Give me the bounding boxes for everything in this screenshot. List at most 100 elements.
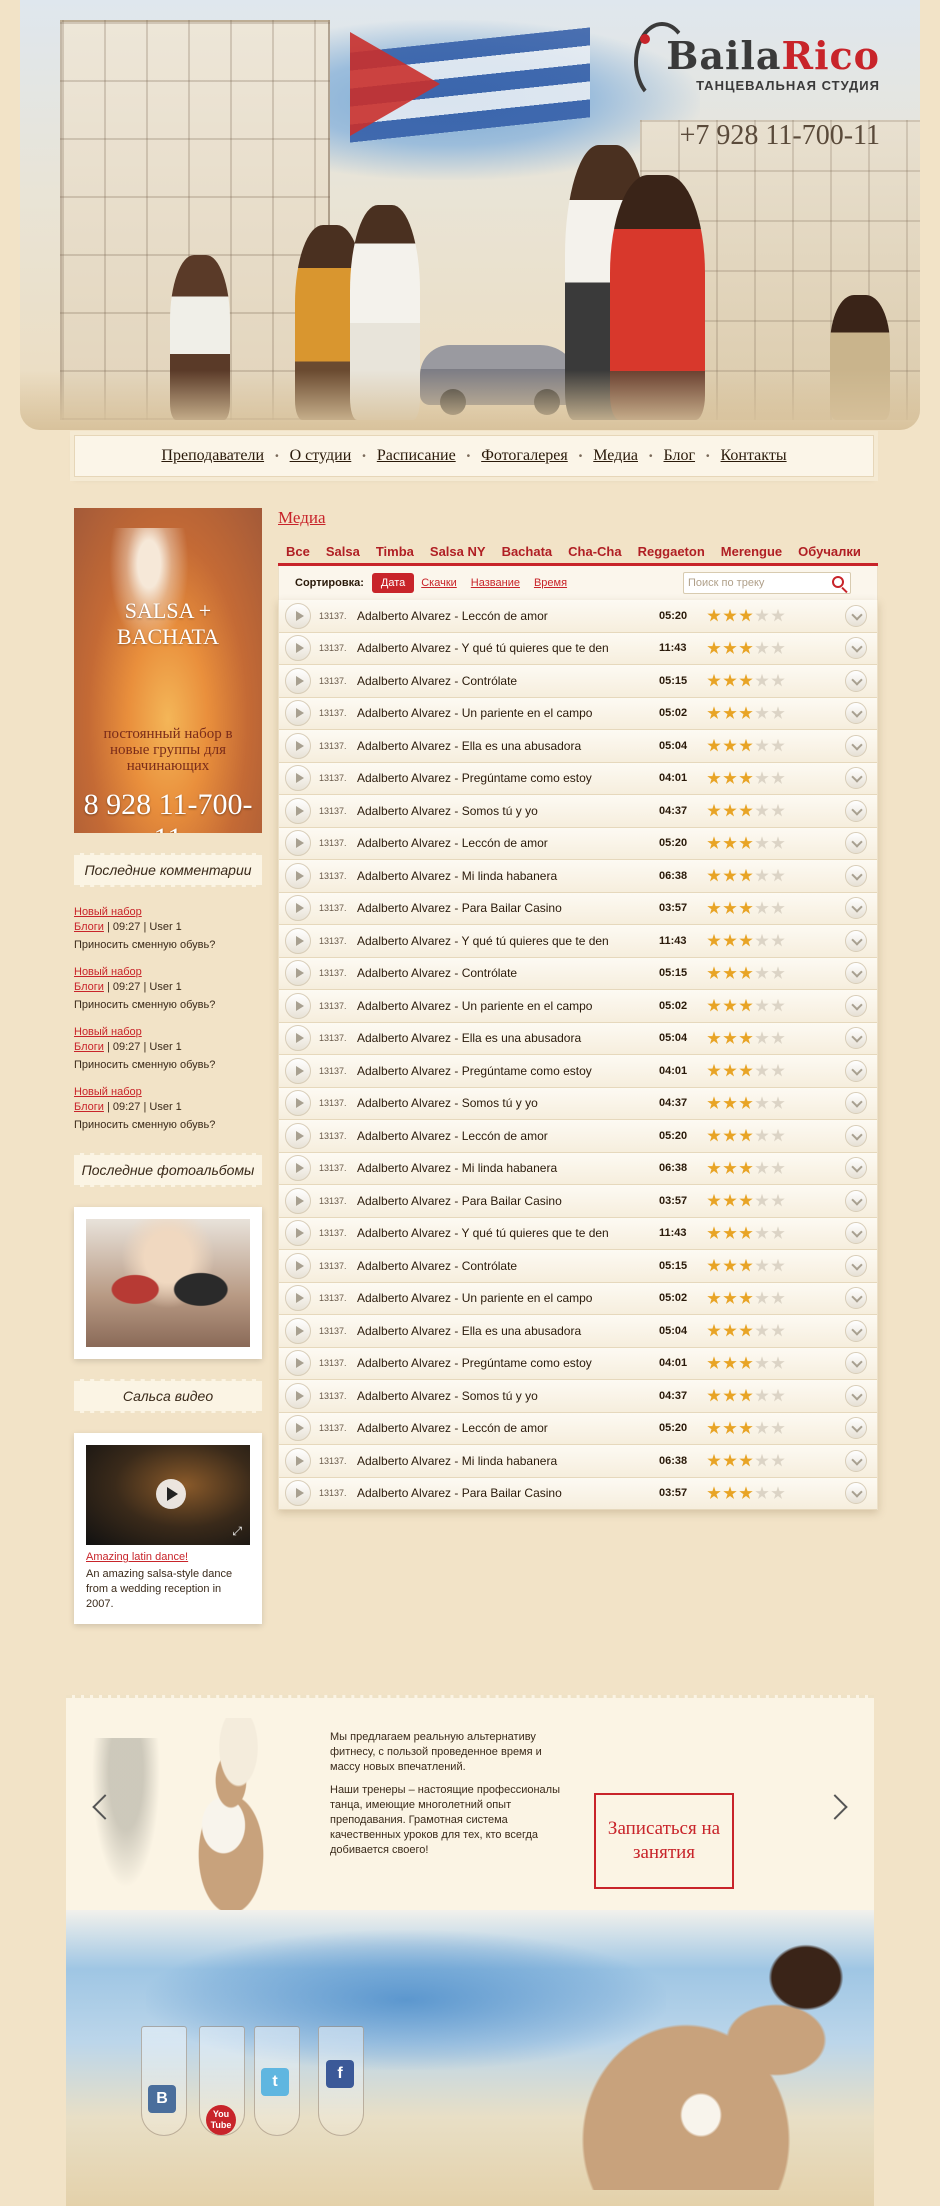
comment-title-link[interactable]: Новый набор (74, 1025, 262, 1040)
star-icon[interactable] (771, 1031, 785, 1044)
track-title[interactable]: Adalberto Alvarez - Ella es una abusador… (357, 739, 649, 753)
star-icon[interactable] (771, 1388, 785, 1402)
track-title[interactable]: Adalberto Alvarez - Ella es una abusador… (357, 1031, 649, 1045)
download-icon[interactable] (845, 1287, 867, 1310)
track-title[interactable]: Adalberto Alvarez - Mi linda habanera (357, 1161, 649, 1175)
nav-item-about[interactable]: О студии (282, 447, 360, 465)
star-icon[interactable] (707, 901, 721, 914)
track-rating[interactable] (707, 1421, 797, 1435)
star-icon[interactable] (771, 1161, 785, 1174)
star-icon[interactable] (723, 1388, 737, 1402)
star-icon[interactable] (771, 1291, 785, 1304)
promo-banner[interactable]: SALSA + BACHATA постоянный набор в новые… (74, 508, 262, 833)
star-icon[interactable] (755, 1258, 769, 1272)
star-icon[interactable] (723, 1096, 737, 1109)
star-icon[interactable] (739, 933, 753, 947)
track-title[interactable]: Adalberto Alvarez - Pregúntame como esto… (357, 771, 649, 785)
play-icon[interactable] (285, 1122, 311, 1149)
star-icon[interactable] (755, 836, 769, 849)
track-rating[interactable] (707, 1486, 797, 1500)
twitter-icon[interactable]: t (261, 2068, 289, 2096)
star-icon[interactable] (771, 1356, 785, 1369)
track-title[interactable]: Adalberto Alvarez - Para Bailar Casino (357, 1486, 649, 1500)
star-icon[interactable] (755, 1421, 769, 1434)
play-icon[interactable] (285, 1285, 311, 1312)
star-icon[interactable] (755, 1291, 769, 1304)
star-icon[interactable] (723, 1161, 737, 1174)
track-title[interactable]: Adalberto Alvarez - Para Bailar Casino (357, 901, 649, 915)
track-rating[interactable] (707, 1226, 797, 1240)
star-icon[interactable] (755, 1356, 769, 1369)
download-icon[interactable] (845, 1222, 867, 1245)
download-icon[interactable] (845, 1092, 867, 1115)
star-icon[interactable] (707, 673, 721, 687)
star-icon[interactable] (723, 868, 737, 882)
nav-item-media[interactable]: Медиа (585, 447, 646, 465)
genre-tab[interactable]: Merengue (713, 544, 790, 559)
nav-item-blog[interactable]: Блог (656, 447, 704, 465)
video-thumbnail[interactable]: ⤢ (86, 1445, 250, 1545)
track-title[interactable]: Adalberto Alvarez - Pregúntame como esto… (357, 1064, 649, 1078)
download-icon[interactable] (845, 1189, 867, 1212)
star-icon[interactable] (723, 673, 737, 687)
download-icon[interactable] (845, 832, 867, 855)
star-icon[interactable] (755, 1388, 769, 1402)
star-icon[interactable] (707, 1063, 721, 1077)
genre-tab[interactable]: Salsa NY (422, 544, 494, 559)
star-icon[interactable] (771, 868, 785, 882)
star-icon[interactable] (707, 1096, 721, 1109)
star-icon[interactable] (755, 1226, 769, 1239)
star-icon[interactable] (755, 1323, 769, 1337)
star-icon[interactable] (739, 1031, 753, 1044)
genre-tab[interactable]: Timba (368, 544, 422, 559)
download-icon[interactable] (845, 962, 867, 985)
star-icon[interactable] (771, 771, 785, 784)
download-icon[interactable] (845, 669, 867, 692)
star-icon[interactable] (755, 1031, 769, 1044)
star-icon[interactable] (707, 1388, 721, 1402)
star-icon[interactable] (771, 933, 785, 947)
download-icon[interactable] (845, 929, 867, 952)
signup-button[interactable]: Записаться на занятия (594, 1793, 734, 1889)
play-icon[interactable] (285, 1220, 311, 1247)
track-rating[interactable] (707, 966, 797, 980)
download-icon[interactable] (845, 799, 867, 822)
star-icon[interactable] (755, 998, 769, 1012)
track-rating[interactable] (707, 706, 797, 720)
star-icon[interactable] (739, 998, 753, 1012)
download-icon[interactable] (845, 702, 867, 725)
star-icon[interactable] (707, 641, 721, 654)
genre-tab[interactable]: Обучалки (790, 544, 869, 559)
track-title[interactable]: Adalberto Alvarez - Pregúntame como esto… (357, 1356, 649, 1370)
download-icon[interactable] (845, 734, 867, 757)
track-rating[interactable] (707, 771, 797, 785)
star-icon[interactable] (723, 706, 737, 719)
star-icon[interactable] (707, 1421, 721, 1434)
nav-item-teachers[interactable]: Преподаватели (153, 447, 272, 465)
sort-by-downloads-button[interactable]: Скачки (414, 577, 464, 589)
track-rating[interactable] (707, 1161, 797, 1175)
star-icon[interactable] (707, 1193, 721, 1207)
play-icon[interactable] (285, 960, 311, 987)
download-icon[interactable] (845, 1482, 867, 1505)
facebook-icon[interactable]: f (326, 2060, 354, 2088)
play-icon[interactable] (285, 700, 311, 727)
star-icon[interactable] (723, 998, 737, 1012)
star-icon[interactable] (771, 706, 785, 719)
play-icon[interactable] (285, 862, 311, 889)
nav-item-gallery[interactable]: Фотогалерея (473, 447, 576, 465)
play-icon[interactable] (285, 602, 311, 629)
star-icon[interactable] (771, 1128, 785, 1142)
star-icon[interactable] (723, 836, 737, 849)
star-icon[interactable] (739, 966, 753, 979)
genre-tab[interactable]: Все (278, 544, 318, 559)
star-icon[interactable] (739, 901, 753, 914)
star-icon[interactable] (707, 868, 721, 882)
track-title[interactable]: Adalberto Alvarez - Y qué tú quieres que… (357, 934, 649, 948)
star-icon[interactable] (739, 1193, 753, 1207)
track-rating[interactable] (707, 1453, 797, 1468)
play-icon[interactable] (285, 1090, 311, 1117)
star-icon[interactable] (755, 771, 769, 784)
track-title[interactable]: Adalberto Alvarez - Mi linda habanera (357, 869, 649, 883)
star-icon[interactable] (723, 1128, 737, 1142)
